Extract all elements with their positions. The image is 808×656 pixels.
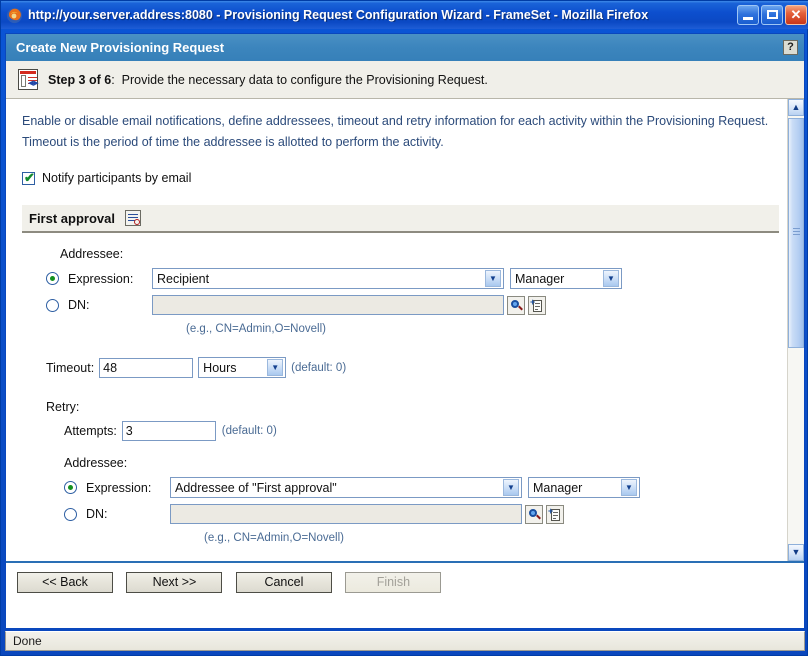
first-approval-form: Addressee: Expression: Recipient ▼ Manag… (22, 233, 787, 544)
retry-addressee-expression-label: Expression: (86, 480, 152, 495)
addressee-dn-hint: (e.g., CN=Admin,O=Novell) (186, 323, 326, 335)
notify-participants-label: Notify participants by email (42, 171, 192, 185)
retry-attempts-input[interactable] (121, 421, 216, 441)
retry-attempts-default-hint: (default: 0) (221, 425, 277, 437)
scroll-area: Enable or disable email notifications, d… (6, 99, 804, 561)
section-title: First approval (29, 210, 115, 226)
step-label: Step 3 of 6 (48, 72, 112, 87)
back-button[interactable]: << Back (17, 572, 113, 593)
status-text: Done (13, 634, 42, 648)
finish-button: Finish (345, 572, 442, 593)
window-titlebar: http://your.server.address:8080 - Provis… (1, 1, 808, 29)
object-history-icon[interactable]: + (546, 504, 564, 524)
step-description: Provide the necessary data to configure … (121, 72, 488, 87)
intro-text: Enable or disable email notifications, d… (22, 114, 769, 149)
form-container: Enable or disable email notifications, d… (6, 99, 787, 561)
activity-details-icon[interactable] (124, 210, 141, 226)
wizard-step-icon: ◀▶ (18, 69, 39, 90)
timeout-unit-value: Hours (203, 360, 237, 375)
retry-addressee-dn-input[interactable] (170, 504, 522, 524)
step-bar: ◀▶ Step 3 of 6: Provide the necessary da… (6, 61, 804, 99)
retry-label: Retry: (46, 400, 80, 414)
timeout-label: Timeout: (46, 360, 95, 375)
timeout-unit-select[interactable]: Hours ▼ (198, 357, 287, 378)
addressee-label: Addressee: (60, 247, 124, 261)
retry-addressee-relation-select[interactable]: Manager ▼ (528, 477, 640, 498)
addressee-dn-label: DN: (68, 298, 90, 312)
timeout-input[interactable] (99, 357, 194, 378)
object-history-icon[interactable]: + (528, 295, 546, 315)
object-lookup-icon[interactable] (507, 295, 525, 315)
chevron-down-icon[interactable]: ▼ (603, 270, 619, 287)
retry-addressee-label: Addressee: (64, 456, 128, 470)
step-text: Step 3 of 6: Provide the necessary data … (48, 73, 488, 87)
addressee-relation-select[interactable]: Manager ▼ (510, 268, 622, 289)
retry-attempts-label: Attempts: (64, 424, 117, 438)
chevron-down-icon[interactable]: ▼ (267, 359, 284, 376)
addressee-dn-radio[interactable] (46, 298, 59, 312)
step-separator: : (111, 72, 115, 87)
retry-addressee-expression-value: Addressee of "First approval" (175, 480, 337, 495)
retry-addressee-dn-radio[interactable] (64, 507, 77, 521)
wizard-title: Create New Provisioning Request (16, 40, 225, 55)
close-button[interactable]: ✕ (785, 5, 807, 25)
firefox-icon (6, 7, 23, 24)
timeout-default-hint: (default: 0) (291, 361, 347, 374)
addressee-expression-radio[interactable] (46, 272, 59, 285)
scroll-down-icon[interactable]: ▼ (788, 544, 804, 561)
retry-addressee-expression-radio[interactable] (64, 481, 77, 494)
cancel-button[interactable]: Cancel (235, 572, 332, 593)
checkmark-icon: ✔ (24, 169, 35, 185)
next-button[interactable]: Next >> (126, 572, 223, 593)
object-lookup-icon[interactable] (525, 504, 543, 524)
maximize-button[interactable] (761, 5, 783, 25)
wizard-button-bar: << Back Next >> Cancel Finish (6, 561, 804, 627)
retry-addressee-dn-label: DN: (86, 507, 108, 521)
retry-addressee-relation-value: Manager (533, 480, 583, 495)
wizard-header: Create New Provisioning Request ? (6, 34, 804, 61)
scrollbar-grip-icon (793, 228, 800, 238)
addressee-relation-value: Manager (515, 271, 565, 286)
addressee-expression-value: Recipient (157, 271, 210, 286)
scroll-up-icon[interactable]: ▲ (788, 99, 804, 116)
retry-addressee-dn-hint: (e.g., CN=Admin,O=Novell) (204, 532, 344, 544)
scrollbar-thumb[interactable] (788, 118, 804, 348)
section-header-first-approval: First approval (22, 205, 779, 233)
notify-participants-checkbox[interactable]: ✔ (22, 169, 35, 185)
window-frame: http://your.server.address:8080 - Provis… (0, 0, 808, 656)
addressee-dn-input[interactable] (152, 295, 504, 315)
browser-content: Create New Provisioning Request ? ◀▶ Ste… (5, 33, 805, 629)
window-title: http://your.server.address:8080 - Provis… (28, 8, 649, 22)
help-icon[interactable]: ? (783, 40, 798, 55)
status-bar: Done (5, 631, 805, 651)
window-controls: ✕ (737, 5, 807, 25)
chevron-down-icon[interactable]: ▼ (621, 479, 637, 496)
minimize-button[interactable] (737, 5, 759, 25)
chevron-down-icon[interactable]: ▼ (503, 479, 519, 496)
notify-checkbox-row[interactable]: ✔ Notify participants by email (22, 169, 787, 185)
retry-addressee-expression-select[interactable]: Addressee of "First approval" ▼ (170, 477, 522, 498)
application-window: http://your.server.address:8080 - Provis… (0, 0, 808, 656)
addressee-expression-label: Expression: (68, 271, 134, 286)
addressee-expression-select[interactable]: Recipient ▼ (152, 268, 504, 289)
chevron-down-icon[interactable]: ▼ (485, 270, 501, 287)
vertical-scrollbar[interactable]: ▲ ▼ (787, 99, 804, 561)
